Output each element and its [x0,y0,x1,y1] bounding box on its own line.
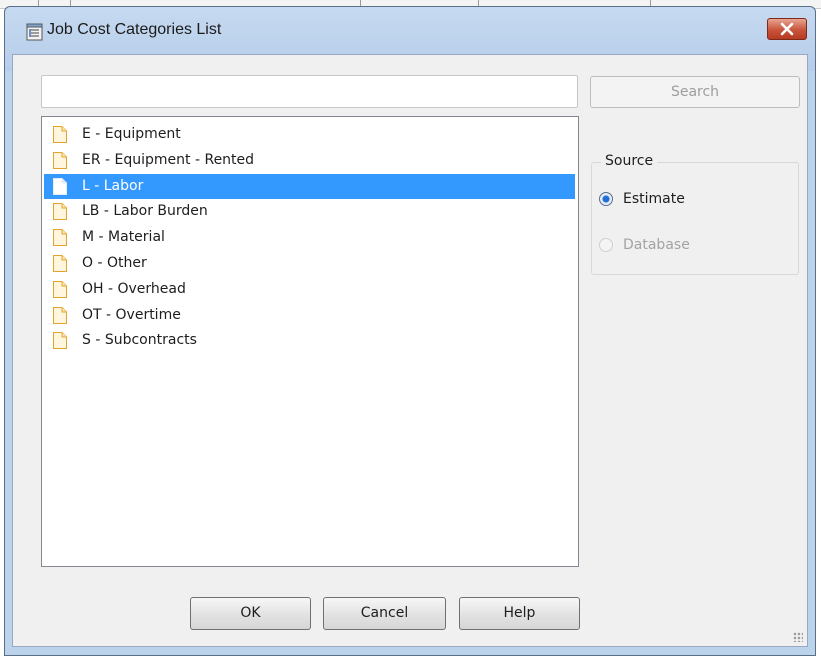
list-item-selected[interactable]: L - Labor [44,173,575,200]
document-icon [53,151,67,169]
categories-list[interactable]: E - Equipment ER - Equipment - Rented L … [41,116,579,567]
document-icon [53,280,67,298]
list-item-label: OT - Overtime [82,306,181,323]
cancel-button[interactable]: Cancel [323,597,446,630]
list-item[interactable]: OH - Overhead [42,277,578,303]
help-button[interactable]: Help [459,597,580,630]
list-item-label: OH - Overhead [82,280,186,297]
document-icon [53,126,67,143]
source-database-radio[interactable]: Database [599,235,690,255]
window-title: Job Cost Categories List [47,21,222,38]
list-item-label: M - Material [82,229,165,246]
list-item-label: LB - Labor Burden [82,203,208,220]
list-item[interactable]: E - Equipment [42,122,578,148]
radio-label: Estimate [623,191,685,207]
document-icon [53,203,67,221]
document-icon [53,177,67,195]
radio-label: Database [623,237,690,253]
close-button[interactable] [767,18,807,40]
source-groupbox [591,162,799,275]
list-item[interactable]: O - Other [42,251,578,277]
list-item-label: ER - Equipment - Rented [82,151,255,168]
source-estimate-radio[interactable]: Estimate [599,189,685,209]
close-x-icon [780,22,794,36]
list-item-label: E - Equipment [82,126,181,142]
ok-button[interactable]: OK [190,597,311,630]
list-window-icon [26,23,43,41]
job-cost-categories-dialog: Job Cost Categories List Search E - Equi… [4,6,816,656]
dialog-body: Search E - Equipment ER - Equipment - Re… [12,54,808,647]
search-input[interactable] [41,75,578,108]
list-item[interactable]: ER - Equipment - Rented [42,148,578,174]
document-icon [53,229,67,247]
document-icon [53,332,67,350]
list-item-label: S - Subcontracts [82,332,197,349]
list-item[interactable]: OT - Overtime [42,303,578,329]
list-item[interactable]: M - Material [42,225,578,251]
list-item[interactable]: LB - Labor Burden [42,199,578,225]
radio-checked-icon [599,192,613,206]
source-group-label: Source [601,153,658,169]
list-item-label: O - Other [82,254,147,271]
document-icon [53,254,67,272]
document-icon [53,306,67,324]
list-item[interactable]: S - Subcontracts [42,328,578,354]
list-item-label: L - Labor [82,177,144,194]
resize-grip-icon[interactable] [793,632,803,642]
search-button[interactable]: Search [590,76,800,108]
radio-unchecked-icon [599,238,613,252]
